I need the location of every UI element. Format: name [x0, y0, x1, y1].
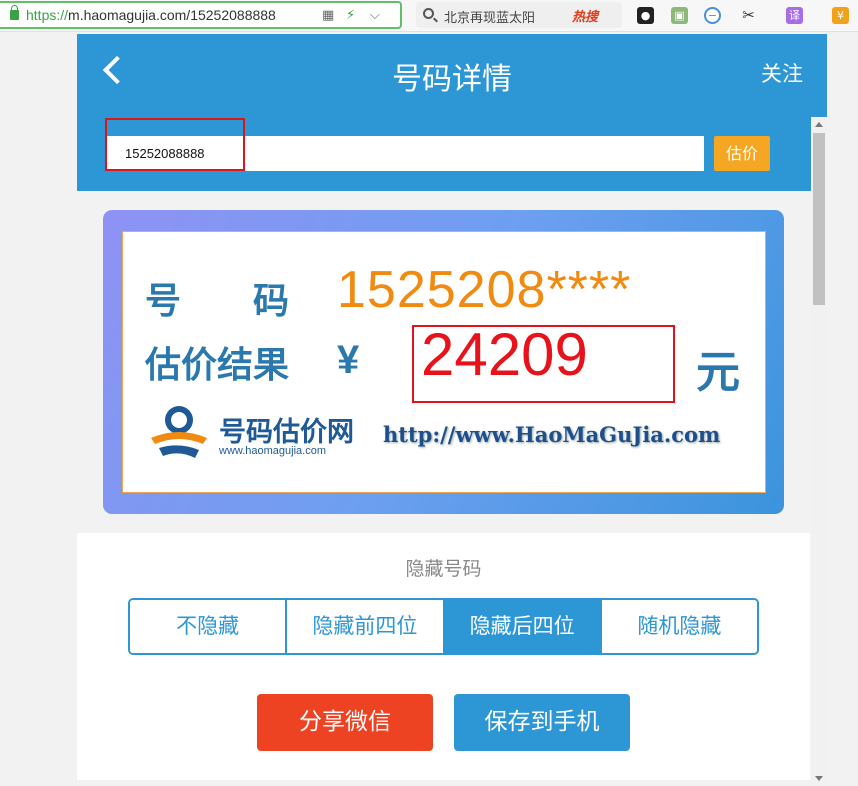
scroll-down-icon[interactable] [815, 776, 823, 781]
options-panel: 隐藏号码 不隐藏 隐藏前四位 隐藏后四位 随机隐藏 分享微信 保存到手机 [77, 533, 810, 780]
scroll-thumb[interactable] [813, 133, 825, 305]
search-icon [423, 8, 434, 19]
annotation-box [412, 325, 675, 403]
qr-code-icon[interactable]: ▦ [322, 8, 334, 23]
share-wechat-button[interactable]: 分享微信 [257, 694, 433, 751]
hide-mode-selector: 不隐藏 隐藏前四位 隐藏后四位 随机隐藏 [128, 598, 759, 655]
address-bar[interactable]: https://m.haomagujia.com/15252088888 ▦ ⚡… [0, 1, 402, 29]
lock-icon [10, 5, 19, 20]
currency-symbol: ¥ [337, 338, 360, 382]
scroll-up-icon[interactable] [815, 122, 823, 127]
extension-icon[interactable]: ● [637, 7, 654, 24]
number-label: 号 码 [145, 281, 290, 322]
segment-no-hide[interactable]: 不隐藏 [130, 600, 288, 653]
logo-url: www.haomagujia.com [219, 445, 326, 457]
lightning-icon[interactable]: ⚡ [346, 8, 355, 23]
hot-search-label[interactable]: 热搜 [572, 6, 598, 25]
browser-toolbar: https://m.haomagujia.com/15252088888 ▦ ⚡… [0, 0, 858, 32]
logo-icon [151, 406, 207, 458]
scrollbar[interactable] [811, 117, 827, 786]
segment-hide-first-four[interactable]: 隐藏前四位 [287, 600, 445, 653]
unit-label: 元 [696, 347, 740, 398]
segment-hide-last-four[interactable]: 隐藏后四位 [444, 600, 602, 653]
hide-number-label: 隐藏号码 [405, 558, 482, 580]
annotation-box [105, 118, 245, 171]
result-card: 号 码 1525208**** 估价结果 ¥ 24209 元 号码估价网 www… [103, 210, 784, 514]
wallet-icon[interactable]: ¥ [832, 7, 849, 24]
chevron-down-icon[interactable]: ⌵ [370, 8, 380, 23]
logo-title: 号码估价网 [219, 417, 354, 448]
image-extension-icon[interactable]: ▣ [671, 7, 688, 24]
price-label: 估价结果 [145, 345, 290, 386]
address-url[interactable]: https://m.haomagujia.com/15252088888 [26, 7, 276, 23]
translate-icon[interactable]: 译 [786, 7, 803, 24]
result-image: 号 码 1525208**** 估价结果 ¥ 24209 元 号码估价网 www… [122, 231, 766, 493]
estimate-button[interactable]: 估价 [714, 136, 770, 171]
save-to-phone-button[interactable]: 保存到手机 [454, 694, 630, 751]
segment-random-hide[interactable]: 随机隐藏 [601, 600, 757, 653]
follow-button[interactable]: 关注 [761, 58, 803, 88]
masked-number: 1525208**** [337, 261, 632, 319]
page-header: 号码详情 关注 估价 [77, 34, 827, 191]
page-title: 号码详情 [392, 62, 512, 97]
scissors-icon[interactable]: ✂ [740, 7, 757, 24]
site-url: http://www.HaoMaGuJia.com [383, 422, 721, 447]
search-suggestion[interactable]: 北京再现蓝太阳 [444, 7, 535, 26]
minus-circle-icon[interactable]: − [704, 7, 721, 24]
